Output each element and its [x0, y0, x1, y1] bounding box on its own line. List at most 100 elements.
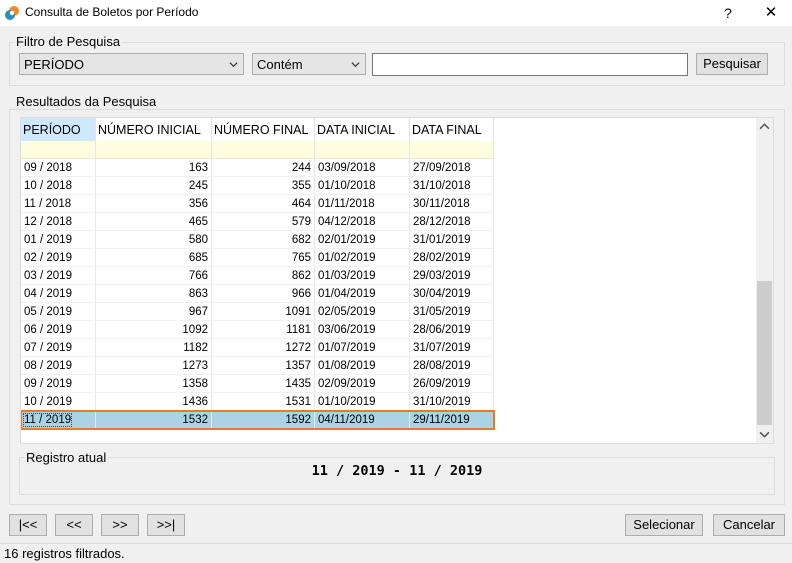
table-cell[interactable]: 01/11/2018 — [314, 194, 410, 213]
table-cell[interactable]: 02 / 2019 — [21, 248, 96, 267]
table-cell[interactable]: 245 — [95, 176, 212, 195]
table-cell[interactable]: 244 — [211, 158, 315, 177]
table-cell[interactable]: 1182 — [95, 338, 212, 357]
filter-cell[interactable] — [21, 141, 96, 159]
table-cell[interactable]: 1532 — [95, 410, 212, 429]
table-cell[interactable]: 02/01/2019 — [314, 230, 410, 249]
table-cell[interactable]: 05 / 2019 — [21, 302, 96, 321]
table-row[interactable]: 11 / 2019 1532 1592 04/11/2019 29/11/2019 — [21, 409, 495, 430]
select-button[interactable]: Selecionar — [625, 514, 703, 536]
table-cell[interactable]: 356 — [95, 194, 212, 213]
column-header-periodo[interactable]: PERÍODO — [21, 118, 96, 141]
table-cell[interactable]: 11 / 2018 — [21, 194, 96, 213]
column-header-numero-final[interactable]: NÚMERO FINAL — [211, 118, 315, 141]
table-cell[interactable]: 685 — [95, 248, 212, 267]
table-cell[interactable]: 11 / 2019 — [21, 410, 96, 429]
table-cell[interactable]: 580 — [95, 230, 212, 249]
table-cell[interactable]: 966 — [211, 284, 315, 303]
table-cell[interactable]: 464 — [211, 194, 315, 213]
column-header-numero-inicial[interactable]: NÚMERO INICIAL — [95, 118, 212, 141]
table-cell[interactable]: 28/08/2019 — [409, 356, 494, 375]
table-cell[interactable]: 862 — [211, 266, 315, 285]
scroll-down-icon[interactable] — [759, 430, 770, 439]
table-cell[interactable]: 04/11/2019 — [314, 410, 410, 429]
table-cell[interactable]: 01/04/2019 — [314, 284, 410, 303]
table-row[interactable]: 10 / 2019 1436 1531 01/10/2019 31/10/2019 — [21, 392, 494, 411]
table-cell[interactable]: 07 / 2019 — [21, 338, 96, 357]
table-row[interactable]: 02 / 2019 685 765 01/02/2019 28/02/2019 — [21, 248, 494, 267]
table-cell[interactable]: 02/09/2019 — [314, 374, 410, 393]
table-cell[interactable]: 04/12/2018 — [314, 212, 410, 231]
scrollbar-thumb[interactable] — [757, 281, 772, 425]
table-cell[interactable]: 26/09/2019 — [409, 374, 494, 393]
help-button[interactable]: ? — [718, 2, 738, 24]
table-cell[interactable]: 1435 — [211, 374, 315, 393]
table-cell[interactable]: 682 — [211, 230, 315, 249]
table-cell[interactable]: 766 — [95, 266, 212, 285]
table-cell[interactable]: 355 — [211, 176, 315, 195]
table-cell[interactable]: 04 / 2019 — [21, 284, 96, 303]
search-input[interactable] — [372, 53, 688, 76]
table-cell[interactable]: 01/08/2019 — [314, 356, 410, 375]
table-cell[interactable]: 28/06/2019 — [409, 320, 494, 339]
filter-cell[interactable] — [409, 141, 494, 159]
vertical-scrollbar[interactable] — [756, 118, 773, 443]
results-grid[interactable]: PERÍODO NÚMERO INICIAL NÚMERO FINAL DATA… — [20, 117, 774, 444]
table-cell[interactable]: 31/10/2018 — [409, 176, 494, 195]
table-cell[interactable]: 1436 — [95, 392, 212, 411]
table-cell[interactable]: 465 — [95, 212, 212, 231]
table-cell[interactable]: 01/10/2019 — [314, 392, 410, 411]
table-row[interactable]: 01 / 2019 580 682 02/01/2019 31/01/2019 — [21, 230, 494, 249]
table-cell[interactable]: 03 / 2019 — [21, 266, 96, 285]
table-cell[interactable]: 31/01/2019 — [409, 230, 494, 249]
table-cell[interactable]: 863 — [95, 284, 212, 303]
table-cell[interactable]: 163 — [95, 158, 212, 177]
table-cell[interactable]: 30/04/2019 — [409, 284, 494, 303]
table-cell[interactable]: 10 / 2019 — [21, 392, 96, 411]
search-button[interactable]: Pesquisar — [696, 53, 768, 75]
table-cell[interactable]: 01/10/2018 — [314, 176, 410, 195]
table-cell[interactable]: 03/06/2019 — [314, 320, 410, 339]
table-row[interactable]: 03 / 2019 766 862 01/03/2019 29/03/2019 — [21, 266, 494, 285]
table-row[interactable]: 12 / 2018 465 579 04/12/2018 28/12/2018 — [21, 212, 494, 231]
close-button[interactable]: ✕ — [760, 2, 782, 24]
first-record-button[interactable]: |<< — [9, 514, 47, 536]
table-row[interactable]: 04 / 2019 863 966 01/04/2019 30/04/2019 — [21, 284, 494, 303]
filter-cell[interactable] — [314, 141, 410, 159]
filter-cell[interactable] — [211, 141, 315, 159]
table-cell[interactable]: 1357 — [211, 356, 315, 375]
filter-cell[interactable] — [95, 141, 212, 159]
table-cell[interactable]: 31/07/2019 — [409, 338, 494, 357]
table-cell[interactable]: 01/02/2019 — [314, 248, 410, 267]
table-cell[interactable]: 967 — [95, 302, 212, 321]
table-cell[interactable]: 10 / 2018 — [21, 176, 96, 195]
table-row[interactable]: 09 / 2018 163 244 03/09/2018 27/09/2018 — [21, 158, 494, 177]
table-cell[interactable]: 29/11/2019 — [409, 410, 494, 429]
table-cell[interactable]: 579 — [211, 212, 315, 231]
table-cell[interactable]: 1092 — [95, 320, 212, 339]
table-cell[interactable]: 1091 — [211, 302, 315, 321]
table-row[interactable]: 11 / 2018 356 464 01/11/2018 30/11/2018 — [21, 194, 494, 213]
table-cell[interactable]: 1273 — [95, 356, 212, 375]
operator-select[interactable]: Contém — [252, 53, 366, 75]
table-cell[interactable]: 31/10/2019 — [409, 392, 494, 411]
table-row[interactable]: 10 / 2018 245 355 01/10/2018 31/10/2018 — [21, 176, 494, 195]
field-select[interactable]: PERÍODO — [19, 53, 244, 75]
table-cell[interactable]: 01/07/2019 — [314, 338, 410, 357]
table-row[interactable]: 09 / 2019 1358 1435 02/09/2019 26/09/2019 — [21, 374, 494, 393]
next-record-button[interactable]: >> — [101, 514, 139, 536]
table-cell[interactable]: 01 / 2019 — [21, 230, 96, 249]
table-cell[interactable]: 01/03/2019 — [314, 266, 410, 285]
table-cell[interactable]: 1272 — [211, 338, 315, 357]
table-cell[interactable]: 28/12/2018 — [409, 212, 494, 231]
table-cell[interactable]: 31/05/2019 — [409, 302, 494, 321]
table-row[interactable]: 08 / 2019 1273 1357 01/08/2019 28/08/2019 — [21, 356, 494, 375]
table-cell[interactable]: 03/09/2018 — [314, 158, 410, 177]
table-cell[interactable]: 1358 — [95, 374, 212, 393]
table-cell[interactable]: 27/09/2018 — [409, 158, 494, 177]
table-cell[interactable]: 29/03/2019 — [409, 266, 494, 285]
table-cell[interactable]: 1181 — [211, 320, 315, 339]
table-cell[interactable]: 08 / 2019 — [21, 356, 96, 375]
table-cell[interactable]: 09 / 2018 — [21, 158, 96, 177]
table-cell[interactable]: 30/11/2018 — [409, 194, 494, 213]
